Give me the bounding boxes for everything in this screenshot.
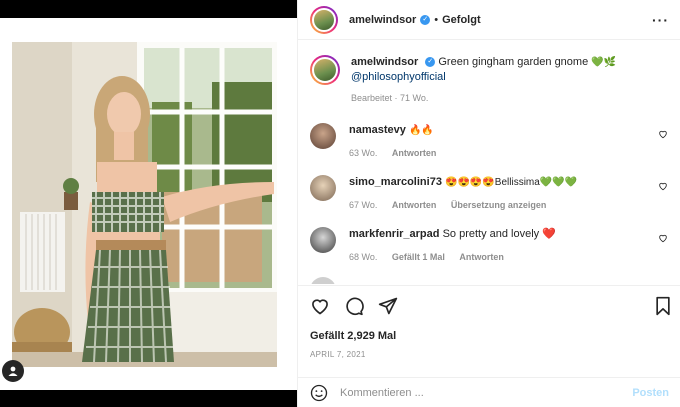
caption-avatar[interactable] [310,55,340,85]
comment-age: 63 Wo. [349,148,378,158]
action-icons [310,296,398,316]
comment-row: markfenrir_arpad So pretty and lovely ❤️… [310,227,670,265]
comment-input[interactable] [340,387,600,399]
post-header: amelwindsor ✓ • Gefolgt ··· [298,0,680,40]
comment-username[interactable]: simo_marcolini73 [349,176,442,188]
like-comment-heart-icon[interactable] [658,129,668,139]
post-actions: Gefällt 2,929 Mal APRIL 7, 2021 Posten [298,285,680,407]
post-photo[interactable] [12,42,277,367]
comment-bubble-icon[interactable] [344,296,364,316]
like-comment-heart-icon[interactable] [658,181,668,191]
comments-list[interactable]: amelwindsor ✓ Green gingham garden gnome… [298,41,680,284]
comment-body: simo_marcolini73 😍😍😍😍Bellissima💚💚💚 67 Wo… [349,175,649,213]
comment-avatar[interactable] [310,227,336,253]
comment-age: 68 Wo. [349,252,378,262]
caption-mention-link[interactable]: @philosophyofficial [351,71,446,83]
comment-row-partial [310,277,670,284]
comment-text: 🔥🔥 [408,125,434,136]
caption-text: amelwindsor ✓ Green gingham garden gnome… [351,55,651,106]
comment-meta: 67 Wo. Antworten Übersetzung anzeigen [349,198,649,213]
comment-username[interactable]: markfenrir_arpad [349,228,440,240]
reply-button[interactable]: Antworten [392,200,437,210]
verified-badge-icon: ✓ [425,57,436,68]
comment-avatar[interactable] [310,123,336,149]
comment-age: 67 Wo. [349,200,378,210]
verified-badge-icon: ✓ [420,14,431,25]
more-options-icon[interactable]: ··· [652,12,669,28]
caption-meta: Bearbeitet · 71 Wo. [351,93,429,103]
like-count[interactable]: Gefällt 2,929 Mal [310,330,396,342]
like-heart-icon[interactable] [310,296,330,316]
reply-button[interactable]: Antworten [392,148,437,158]
comment-body: namastevy 🔥🔥 63 Wo. Antworten [349,123,649,161]
post-date: APRIL 7, 2021 [310,350,366,359]
comment-meta: 68 Wo. Gefällt 1 Mal Antworten [349,250,649,265]
like-comment-heart-icon[interactable] [658,233,668,243]
comment-avatar[interactable] [310,175,336,201]
comment-row: simo_marcolini73 😍😍😍😍Bellissima💚💚💚 67 Wo… [310,175,670,213]
comment-body: markfenrir_arpad So pretty and lovely ❤️… [349,227,649,265]
bookmark-icon[interactable] [653,296,673,316]
post-comment-button[interactable]: Posten [632,387,669,399]
reply-button[interactable]: Antworten [459,252,504,262]
author-username[interactable]: amelwindsor [349,14,416,26]
comment-row: namastevy 🔥🔥 63 Wo. Antworten [310,123,670,161]
comment-likes[interactable]: Gefällt 1 Mal [392,252,445,262]
author-avatar[interactable] [310,5,338,34]
caption-emojis: 💚🌿 [591,57,617,68]
comment-text: So pretty and lovely ❤️ [442,228,556,240]
comment-composer: Posten [298,377,680,407]
photo-illustration [12,42,277,367]
comment-meta: 63 Wo. Antworten [349,146,649,161]
caption-body: Green gingham garden gnome [438,56,589,68]
tagged-user-icon[interactable] [2,360,24,382]
post-sidebar: amelwindsor ✓ • Gefolgt ··· amelwindsor … [297,0,680,407]
share-send-icon[interactable] [378,296,398,316]
emoji-icon[interactable] [310,384,328,402]
media-panel [0,0,297,407]
translate-button[interactable]: Übersetzung anzeigen [451,200,547,210]
comment-text: 😍😍😍😍Bellissima💚💚💚 [445,177,578,188]
caption-username[interactable]: amelwindsor [351,56,418,68]
separator-dot: • [434,13,439,26]
comment-username[interactable]: namastevy [349,124,406,136]
follow-status-button[interactable]: Gefolgt [442,14,481,26]
caption-row: amelwindsor ✓ Green gingham garden gnome… [310,55,670,106]
comment-avatar[interactable] [310,277,336,284]
